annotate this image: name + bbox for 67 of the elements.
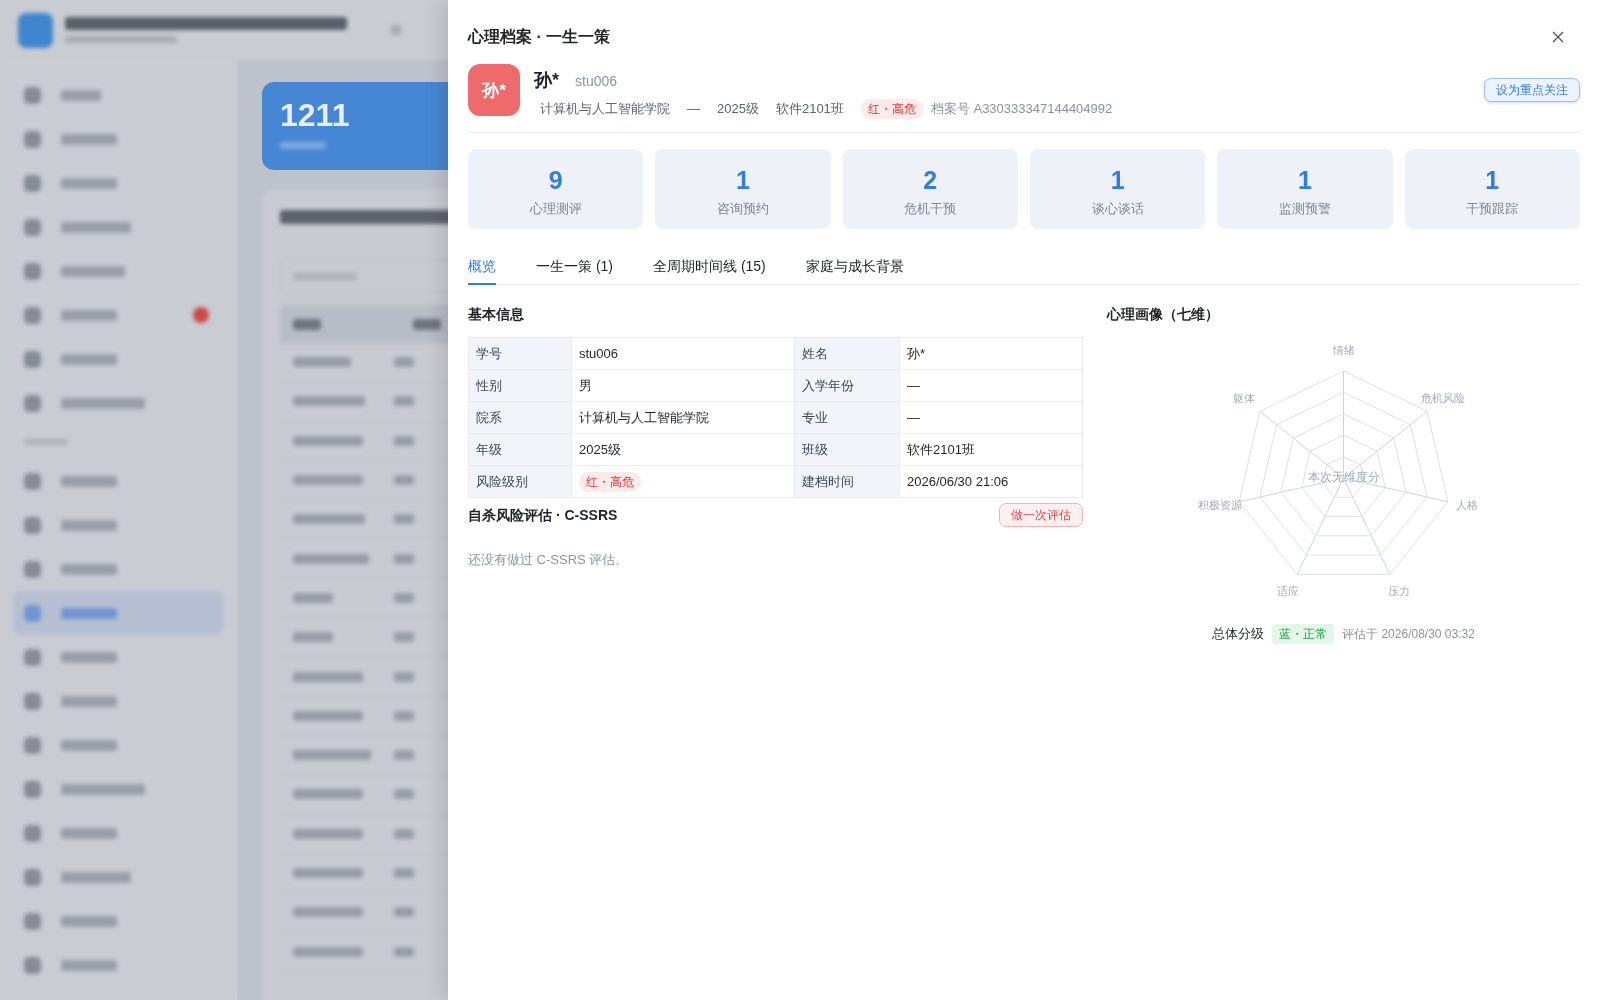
stat-label: 监测预警: [1279, 200, 1331, 218]
field-label: 姓名: [795, 338, 899, 369]
stat-value: 1: [736, 165, 750, 195]
meta-text: —: [687, 99, 700, 118]
meta-text: 计算机与人工智能学院: [540, 99, 670, 118]
field-value: —: [900, 370, 1082, 401]
axis-label: 危机风险: [1420, 391, 1465, 404]
assess-button[interactable]: 做一次评估: [999, 503, 1083, 527]
section-title: 基本信息: [468, 305, 525, 324]
stat-value: 1: [1485, 165, 1500, 195]
field-value: 孙*: [900, 338, 1082, 369]
section-title: 自杀风险评估 · C-SSRS: [468, 506, 618, 525]
mark-focus-button[interactable]: 设为重点关注: [1484, 78, 1580, 102]
risk-level-tag: 红・高危: [579, 471, 641, 492]
stat-value: 9: [548, 165, 563, 195]
stat-label: 危机干预: [904, 200, 957, 218]
student-id: stu006: [575, 71, 618, 91]
axis-label: 躯体: [1233, 391, 1256, 404]
field-label: 性别: [469, 370, 571, 401]
field-label: 专业: [795, 402, 899, 433]
axis-label: 人格: [1456, 499, 1479, 512]
meta-text: 2025级: [717, 99, 759, 118]
stat-label: 干预跟踪: [1466, 200, 1519, 218]
section-title: 心理画像（七维）: [1107, 305, 1220, 324]
assessed-time: 评估于 2026/08/30 03:32: [1342, 625, 1475, 643]
stat-label: 谈心谈话: [1091, 200, 1144, 218]
empty-chart-message: 本次无维度分: [1307, 470, 1380, 485]
field-label: 年级: [469, 434, 571, 465]
axis-label: 压力: [1387, 585, 1410, 598]
tab[interactable]: 一生一策 (1): [536, 249, 613, 285]
tab[interactable]: 全周期时间线 (15): [653, 249, 766, 285]
close-icon: [1552, 31, 1564, 43]
field-value: 2026/06/30 21:06: [900, 466, 1082, 497]
field-value: 男: [572, 370, 794, 401]
stat-value: 2: [923, 165, 938, 195]
field-label: 班级: [795, 434, 899, 465]
axis-label: 积极资源: [1197, 499, 1242, 512]
field-label: 学号: [469, 338, 571, 369]
stat-value: 1: [1298, 165, 1312, 195]
field-value: 计算机与人工智能学院: [572, 402, 794, 433]
axis-label: 适应: [1277, 585, 1300, 598]
drawer-title: 心理档案 · 一生一策: [468, 27, 611, 47]
field-label: 入学年份: [795, 370, 899, 401]
student-name: 孙*: [534, 68, 559, 92]
blurred-caption-drawing: [280, 142, 326, 149]
meta-text: 软件2101班: [775, 99, 844, 118]
risk-level-tag: 红・高危: [860, 98, 923, 119]
empty-message: 还没有做过 C-SSRS 评估。: [468, 551, 630, 569]
field-value: 软件2101班: [900, 434, 1082, 465]
overall-level-tag: 蓝・正常: [1272, 624, 1335, 644]
summary-value: 1211: [280, 98, 350, 132]
stat-label: 心理测评: [529, 200, 582, 218]
field-value: stu006: [572, 338, 794, 369]
overall-label: 总体分级: [1212, 625, 1265, 643]
tab[interactable]: 家庭与成长背景: [805, 249, 904, 285]
field-value: 2025级: [572, 434, 794, 465]
close-button[interactable]: [1550, 29, 1566, 45]
field-value: —: [900, 402, 1082, 433]
meta-text: 档案号 A330333347144404992: [930, 99, 1113, 118]
stat-label: 咨询预约: [717, 200, 769, 218]
field-label: 风险级别: [469, 466, 571, 497]
axis-label: 情绪: [1332, 343, 1355, 356]
avatar: 孙*: [468, 64, 520, 116]
stat-value: 1: [1110, 165, 1125, 195]
field-label: 院系: [469, 402, 571, 433]
field-label: 建档时间: [795, 466, 899, 497]
tab[interactable]: 概览: [468, 249, 496, 285]
